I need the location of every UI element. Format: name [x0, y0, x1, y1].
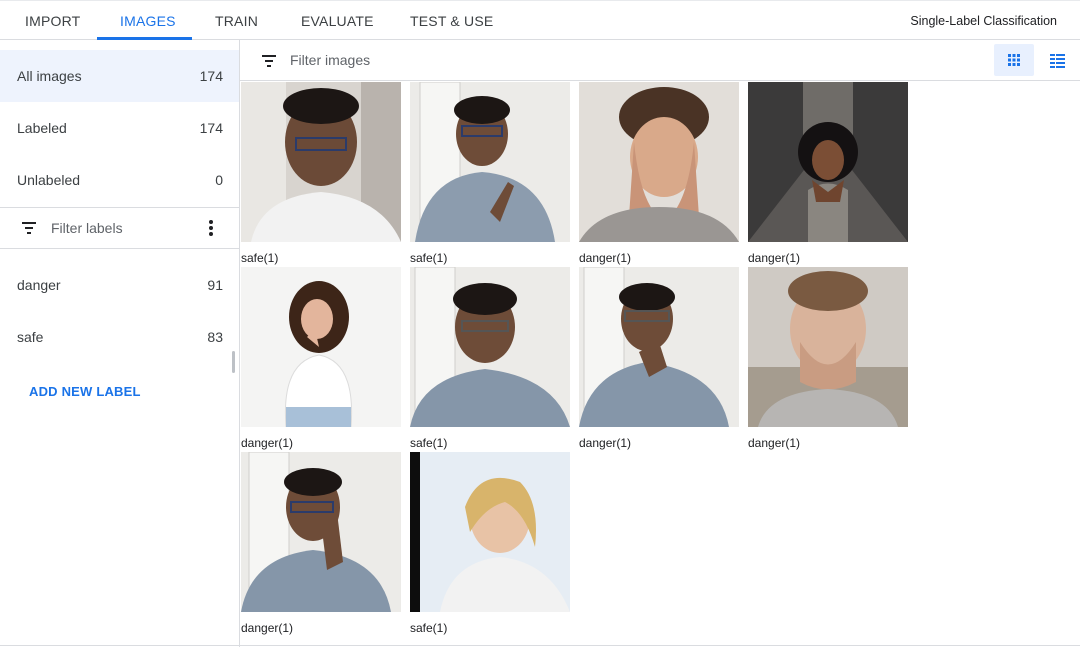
image-tile[interactable]: danger(1) [579, 82, 739, 267]
image-label-caption: safe(1) [241, 251, 279, 265]
list-view-button[interactable] [1038, 44, 1078, 76]
image-label-caption: safe(1) [410, 436, 448, 450]
filter-icon [22, 222, 36, 234]
image-thumbnail [410, 82, 570, 242]
sidebar-item-count: 174 [199, 120, 223, 136]
sidebar-item-label: safe [17, 329, 44, 345]
tab-images[interactable]: IMAGES [120, 1, 176, 41]
sidebar-item-label: Labeled [17, 120, 67, 136]
filter-icon [262, 55, 276, 67]
more-options-icon[interactable] [205, 220, 217, 236]
sidebar-item-count: 83 [207, 329, 223, 345]
add-new-label-button[interactable]: ADD NEW LABEL [29, 384, 141, 399]
sidebar-item-label-danger[interactable]: danger 91 [0, 259, 239, 311]
image-thumbnail [241, 452, 401, 612]
image-label-caption: danger(1) [241, 621, 294, 635]
grid-view-button[interactable] [994, 44, 1034, 76]
sidebar-item-labeled[interactable]: Labeled 174 [0, 102, 239, 154]
sidebar-item-label-safe[interactable]: safe 83 [0, 311, 239, 363]
image-thumbnail [410, 452, 570, 612]
image-tile[interactable]: safe(1) [410, 267, 570, 452]
sidebar-item-label: Unlabeled [17, 172, 81, 188]
image-label-caption: danger(1) [748, 251, 801, 265]
image-label-caption: danger(1) [748, 436, 801, 450]
image-tile[interactable]: danger(1) [748, 267, 908, 452]
image-thumbnail [241, 82, 401, 242]
sidebar-item-unlabeled[interactable]: Unlabeled 0 [0, 154, 239, 206]
sidebar-item-all-images[interactable]: All images 174 [0, 50, 239, 102]
image-thumbnail [579, 267, 739, 427]
image-thumbnail [241, 267, 401, 427]
sidebar-item-count: 0 [215, 172, 223, 188]
classification-mode-label: Single-Label Classification [910, 14, 1057, 28]
image-tile[interactable]: danger(1) [579, 267, 739, 452]
sidebar-item-count: 91 [207, 277, 223, 293]
image-tile[interactable]: danger(1) [241, 267, 401, 452]
top-tab-bar: IMPORT IMAGES TRAIN EVALUATE TEST & USE … [0, 0, 1080, 40]
image-tile[interactable]: safe(1) [410, 452, 570, 637]
sidebar-item-count: 174 [199, 68, 223, 84]
image-label-caption: danger(1) [579, 251, 632, 265]
image-thumbnail [410, 267, 570, 427]
sidebar-divider [0, 248, 239, 249]
filter-labels-input[interactable]: Filter labels [0, 208, 239, 248]
sidebar-item-label: danger [17, 277, 61, 293]
main-panel: Filter images safe(1) safe(1) danger(1) … [240, 40, 1080, 647]
image-label-caption: danger(1) [241, 436, 294, 450]
filter-labels-placeholder: Filter labels [51, 220, 123, 236]
sidebar-scrollbar[interactable] [232, 351, 235, 373]
image-tile[interactable]: safe(1) [410, 82, 570, 267]
image-label-caption: safe(1) [410, 621, 448, 635]
images-toolbar: Filter images [240, 40, 1080, 81]
image-tile[interactable]: danger(1) [241, 452, 401, 637]
image-grid: safe(1) safe(1) danger(1) danger(1) dang… [240, 81, 1080, 647]
list-view-icon [1050, 54, 1065, 68]
tab-evaluate[interactable]: EVALUATE [301, 1, 374, 41]
image-tile[interactable]: safe(1) [241, 82, 401, 267]
sidebar: All images 174 Labeled 174 Unlabeled 0 F… [0, 40, 240, 647]
filter-images-input[interactable]: Filter images [290, 40, 370, 80]
image-thumbnail [579, 82, 739, 242]
image-tile[interactable]: danger(1) [748, 82, 908, 267]
image-thumbnail [748, 82, 908, 242]
tab-test-and-use[interactable]: TEST & USE [410, 1, 493, 41]
image-label-caption: danger(1) [579, 436, 632, 450]
grid-view-icon [1008, 54, 1020, 66]
image-thumbnail [748, 267, 908, 427]
tab-train[interactable]: TRAIN [215, 1, 258, 41]
bottom-border [0, 645, 1080, 646]
tab-import[interactable]: IMPORT [25, 1, 80, 41]
image-label-caption: safe(1) [410, 251, 448, 265]
sidebar-item-label: All images [17, 68, 82, 84]
